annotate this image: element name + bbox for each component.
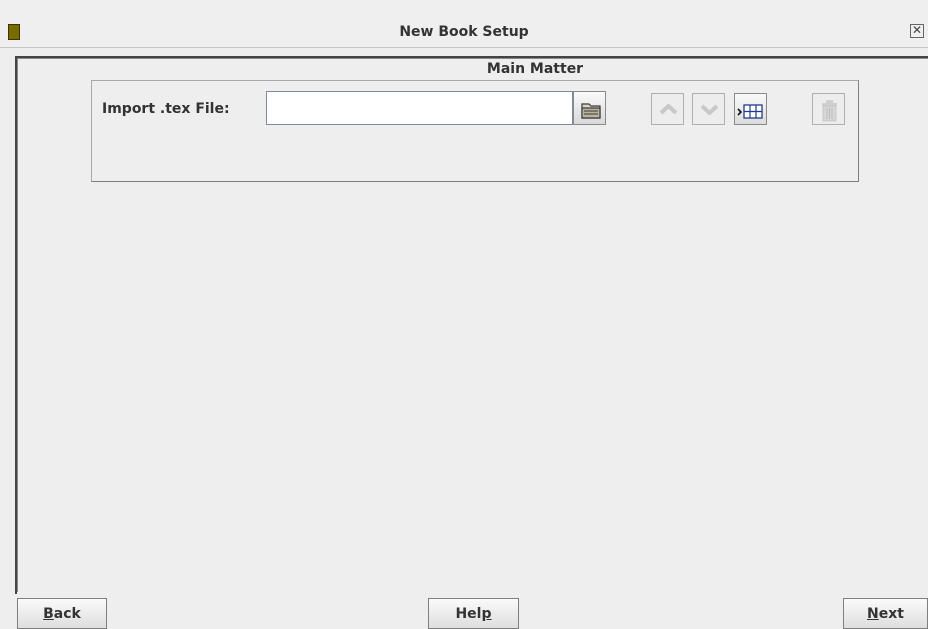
back-label-rest: ack xyxy=(53,605,81,622)
move-up-button[interactable] xyxy=(651,93,684,125)
title-bar: New Book Setup ✕ xyxy=(0,0,928,48)
close-icon: ✕ xyxy=(911,23,923,37)
help-button[interactable]: Help xyxy=(428,598,519,629)
import-tex-label: Import .tex File: xyxy=(102,101,230,117)
next-label-rest: ext xyxy=(878,605,904,622)
chevron-up-icon xyxy=(659,104,678,115)
import-tex-input[interactable] xyxy=(266,91,573,125)
back-button[interactable]: Back xyxy=(17,598,107,629)
help-label-start: Hel xyxy=(455,605,482,622)
close-button[interactable]: ✕ xyxy=(910,24,924,38)
help-mnemonic: p xyxy=(481,605,492,622)
window-title: New Book Setup xyxy=(399,24,529,40)
trash-icon xyxy=(822,100,837,122)
back-mnemonic: B xyxy=(43,605,54,622)
insert-table-icon xyxy=(737,104,763,119)
folder-icon xyxy=(581,103,601,119)
next-button[interactable]: Next xyxy=(843,598,928,629)
move-down-button[interactable] xyxy=(692,93,725,125)
section-title: Main Matter xyxy=(486,61,584,77)
insert-button[interactable] xyxy=(734,93,767,125)
next-mnemonic: N xyxy=(867,605,879,622)
chevron-down-icon xyxy=(700,104,719,115)
delete-button[interactable] xyxy=(812,93,845,125)
browse-button[interactable] xyxy=(573,91,606,125)
